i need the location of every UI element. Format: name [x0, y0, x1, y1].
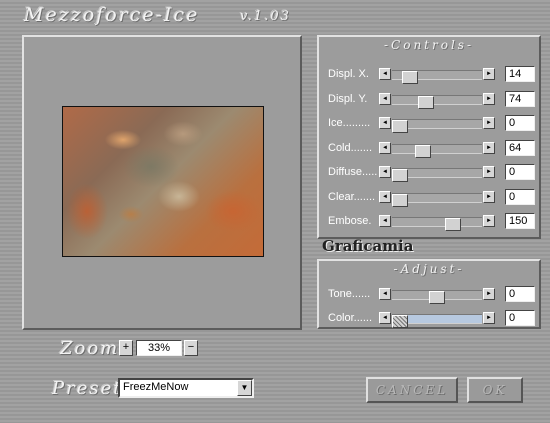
ok-button[interactable]: OK [467, 377, 523, 403]
zoom-label: Zoom [60, 338, 120, 359]
zoom-out-button[interactable]: − [184, 340, 198, 356]
slider-row: Embose. ◄ ► 150 [319, 213, 539, 231]
slider-track[interactable] [392, 290, 482, 304]
preset-dropdown[interactable]: FreezMeNow ▼ [118, 378, 254, 398]
slider-value-input[interactable]: 64 [505, 139, 535, 156]
left-arrow-icon[interactable]: ◄ [379, 190, 391, 203]
slider-label: Cold....... [328, 141, 373, 154]
slider-track[interactable] [392, 94, 482, 109]
slider-thumb[interactable] [392, 120, 408, 133]
right-arrow-icon[interactable]: ► [483, 166, 495, 178]
slider-value-input[interactable]: 0 [505, 164, 535, 180]
slider-value-input[interactable]: 0 [505, 115, 535, 131]
slider-row: Color...... ◄ ► 0 [319, 310, 539, 328]
slider-track[interactable] [392, 119, 482, 133]
preset-selected-value: FreezMeNow [123, 381, 189, 393]
slider-row: Ice......... ◄ ► 0 [319, 115, 539, 133]
right-arrow-icon[interactable]: ► [483, 190, 495, 203]
adjust-heading: -Adjust- [393, 262, 465, 276]
slider-row: Diffuse..... ◄ ► 0 [319, 164, 539, 182]
adjust-panel: -Adjust- Tone...... ◄ ► 0 Color...... ◄ ► 0 [317, 259, 541, 329]
slider-track[interactable] [392, 143, 482, 158]
right-arrow-icon[interactable]: ► [483, 141, 495, 154]
left-arrow-icon[interactable]: ◄ [379, 312, 391, 324]
slider-value-input[interactable]: 74 [505, 90, 535, 107]
right-arrow-icon[interactable]: ► [483, 68, 495, 80]
slider-track[interactable] [392, 314, 482, 328]
left-arrow-icon[interactable]: ◄ [379, 68, 391, 80]
slider-thumb[interactable] [418, 95, 434, 109]
left-arrow-icon[interactable]: ◄ [379, 288, 391, 300]
zoom-in-button[interactable]: + [119, 340, 133, 356]
slider-label: Color...... [328, 312, 373, 324]
left-arrow-icon[interactable]: ◄ [379, 92, 391, 105]
controls-heading: -Controls- [383, 38, 475, 52]
right-arrow-icon[interactable]: ► [483, 92, 495, 105]
app-title: Mezzoforce-Ice [24, 4, 200, 26]
left-arrow-icon[interactable]: ◄ [379, 215, 391, 227]
right-arrow-icon[interactable]: ► [483, 215, 495, 227]
slider-thumb[interactable] [402, 71, 418, 84]
slider-thumb[interactable] [392, 315, 408, 328]
controls-panel: -Controls- Displ. X. ◄ ► 14 Displ. Y. ◄ ► 74 Ice… [317, 35, 541, 239]
slider-label: Tone...... [328, 288, 371, 300]
slider-thumb[interactable] [392, 169, 408, 182]
right-arrow-icon[interactable]: ► [483, 312, 495, 324]
slider-thumb[interactable] [415, 144, 431, 158]
slider-track[interactable] [392, 168, 482, 182]
slider-thumb[interactable] [445, 218, 461, 231]
watermark-text: Graficamia [322, 237, 414, 255]
right-arrow-icon[interactable]: ► [483, 117, 495, 129]
chevron-down-icon[interactable]: ▼ [237, 380, 252, 396]
slider-row: Displ. X. ◄ ► 14 [319, 66, 539, 84]
slider-value-input[interactable]: 0 [505, 286, 535, 302]
preview-image[interactable] [62, 106, 264, 257]
left-arrow-icon[interactable]: ◄ [379, 141, 391, 154]
preset-label: Preset [52, 378, 123, 399]
slider-label: Clear....... [328, 190, 376, 203]
slider-label: Diffuse..... [328, 166, 378, 178]
slider-value-input[interactable]: 0 [505, 310, 535, 326]
preview-panel [22, 35, 302, 330]
slider-row: Displ. Y. ◄ ► 74 [319, 90, 539, 109]
slider-row: Cold....... ◄ ► 64 [319, 139, 539, 158]
slider-label: Embose. [328, 215, 372, 227]
slider-value-input[interactable]: 150 [505, 213, 535, 229]
slider-track[interactable] [392, 192, 482, 207]
left-arrow-icon[interactable]: ◄ [379, 166, 391, 178]
slider-track[interactable] [392, 70, 482, 84]
slider-thumb[interactable] [429, 291, 445, 304]
zoom-value: 33% [136, 340, 182, 356]
slider-value-input[interactable]: 14 [505, 66, 535, 82]
slider-label: Ice......... [328, 117, 371, 129]
slider-value-input[interactable]: 0 [505, 188, 535, 205]
slider-thumb[interactable] [392, 193, 408, 207]
left-arrow-icon[interactable]: ◄ [379, 117, 391, 129]
slider-label: Displ. Y. [328, 92, 368, 105]
slider-track[interactable] [392, 217, 482, 231]
slider-row: Tone...... ◄ ► 0 [319, 286, 539, 304]
slider-row: Clear....... ◄ ► 0 [319, 188, 539, 207]
right-arrow-icon[interactable]: ► [483, 288, 495, 300]
slider-label: Displ. X. [328, 68, 369, 80]
app-version: v.1.03 [240, 9, 291, 24]
cancel-button[interactable]: CANCEL [366, 377, 458, 403]
